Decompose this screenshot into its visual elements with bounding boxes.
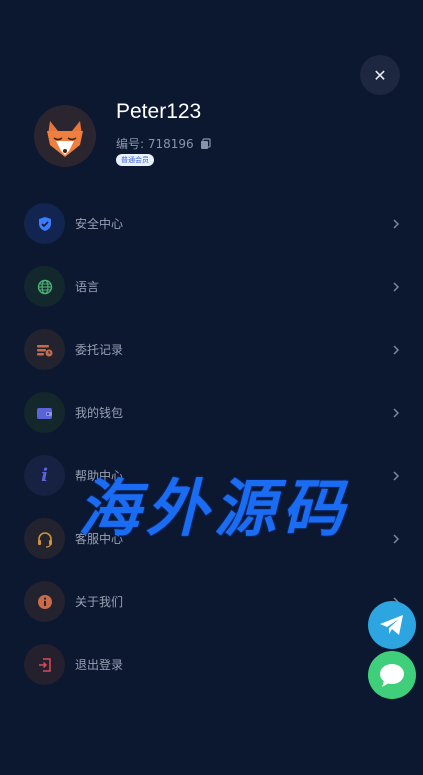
menu-list: 安全中心 语言 委托记录 我的钱包 i 帮助中心 客服中心 关于我们 退出登录 [0,192,423,696]
user-id-row: 编号: 718196 [116,135,212,152]
globe-icon [24,266,65,307]
level-badge: 普通会员 [116,154,154,166]
fox-avatar-icon [47,121,83,157]
logout-icon [24,644,65,685]
menu-label: 语言 [75,280,100,294]
chevron-right-icon [393,218,400,229]
telegram-icon [380,615,403,635]
chat-button[interactable] [368,651,416,699]
menu-label: 委托记录 [75,343,124,357]
chevron-right-icon [393,344,400,355]
menu-label: 退出登录 [75,658,124,672]
telegram-button[interactable] [368,601,416,649]
chat-bubble-icon [380,664,404,687]
menu-item-logout[interactable]: 退出登录 [0,633,423,696]
user-id: 编号: 718196 [116,137,194,151]
menu-item-orders[interactable]: 委托记录 [0,318,423,381]
avatar [34,105,96,167]
info-italic-icon: i [24,455,65,496]
menu-label: 关于我们 [75,595,124,609]
menu-item-wallet[interactable]: 我的钱包 [0,381,423,444]
menu-item-security[interactable]: 安全中心 [0,192,423,255]
watermark-text: 海外源码 [78,472,351,545]
chevron-right-icon [393,407,400,418]
info-circle-icon [24,581,65,622]
shield-icon [24,203,65,244]
close-icon: ✕ [373,65,387,85]
copy-icon[interactable] [200,137,212,150]
menu-label: 安全中心 [75,217,124,231]
menu-item-language[interactable]: 语言 [0,255,423,318]
headset-icon [24,518,65,559]
close-button[interactable]: ✕ [360,55,400,95]
username: Peter123 [116,100,202,123]
wallet-icon [24,392,65,433]
chevron-right-icon [393,470,400,481]
menu-item-about[interactable]: 关于我们 [0,570,423,633]
records-icon [24,329,65,370]
menu-label: 我的钱包 [75,406,124,420]
chevron-right-icon [393,281,400,292]
chevron-right-icon [393,533,400,544]
